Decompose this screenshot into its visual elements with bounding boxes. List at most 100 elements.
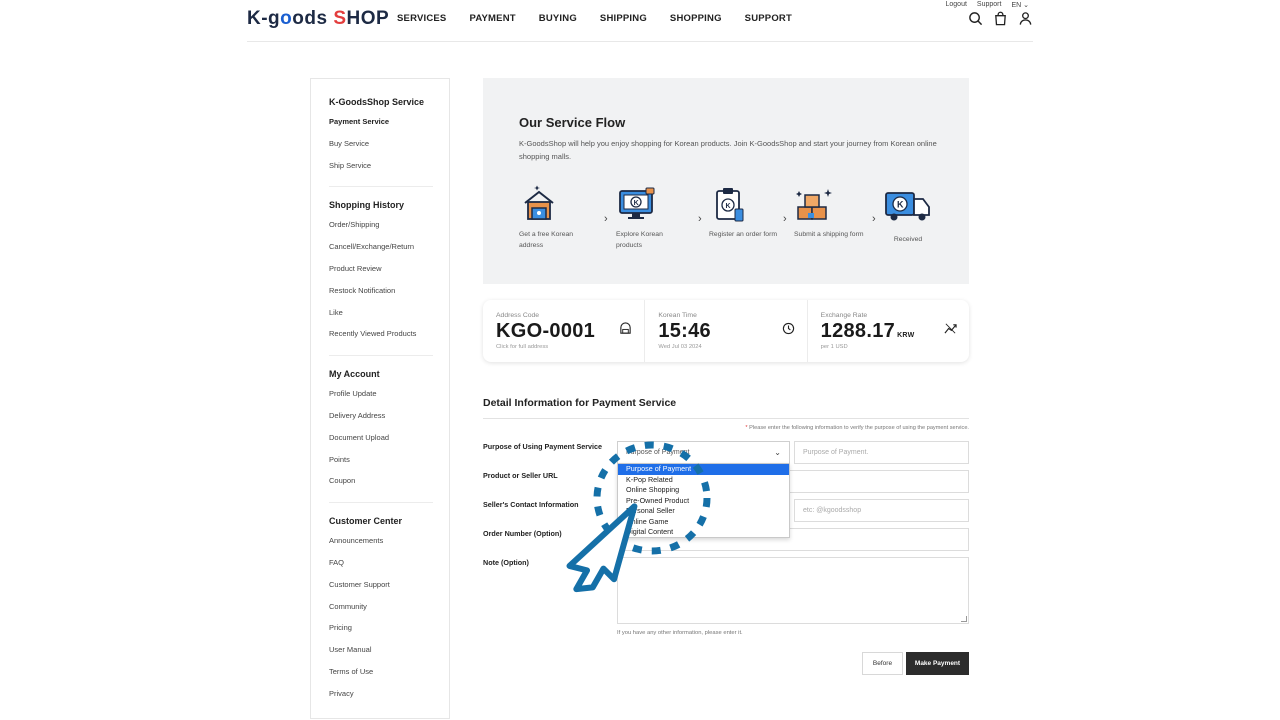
nav-support[interactable]: SUPPORT [745,13,792,24]
clipboard-icon: K [709,185,779,225]
sidebar-item-delivery-address[interactable]: Delivery Address [329,411,433,433]
svg-text:K: K [897,200,904,210]
form-note: * Please enter the following information… [745,425,969,431]
dropdown-option[interactable]: Online Shopping [618,485,789,496]
logo-text-o: o [280,8,293,29]
logo-text-suffix: HOP [346,8,390,29]
sidebar-item-payment-service[interactable]: Payment Service [329,117,433,139]
purpose-detail-input[interactable]: Purpose of Payment. [794,441,969,464]
resize-handle[interactable] [961,616,967,622]
form-divider [483,418,969,419]
flow-step-label: Submit a shipping form [794,231,864,238]
before-button[interactable]: Before [862,652,903,675]
service-flow-title: Our Service Flow [519,115,626,130]
nav-shopping[interactable]: SHOPPING [670,13,722,24]
sidebar-item-profile-update[interactable]: Profile Update [329,389,433,411]
flow-step-register: K Register an order form [709,185,779,240]
flow-step-label: Get a free Korean address [519,231,574,249]
flow-step-label: Explore Korean products [616,231,663,249]
search-icon[interactable] [968,11,983,26]
sidebar-item-product-review[interactable]: Product Review [329,264,433,286]
cart-icon[interactable] [993,11,1008,26]
dropdown-option[interactable]: Purpose of Payment [618,464,789,475]
svg-text:K: K [634,200,639,207]
support-link[interactable]: Support [977,1,1002,9]
exchange-rate-base: per 1 USD [820,344,848,350]
logo-text-prefix: K-g [247,8,281,29]
info-cards: Address Code KGO-0001 Click for full add… [483,300,969,362]
form-note-text: Please enter the following information t… [749,425,969,431]
flow-arrow: › [698,213,702,225]
address-code-card[interactable]: Address Code KGO-0001 Click for full add… [483,300,646,362]
boxes-icon [794,185,864,225]
nav-payment[interactable]: PAYMENT [469,13,515,24]
url-label: Product or Seller URL [483,471,558,480]
trend-icon [944,322,957,335]
sidebar-item-user-manual[interactable]: User Manual [329,645,433,667]
sidebar-item-recently-viewed[interactable]: Recently Viewed Products [329,329,433,351]
order-number-label: Order Number (Option) [483,529,562,538]
dropdown-option[interactable]: K-Pop Related [618,475,789,486]
note-hint: If you have any other information, pleas… [617,630,743,636]
dropdown-option[interactable]: Pre-Owned Product [618,496,789,507]
sidebar-item-order-shipping[interactable]: Order/Shipping [329,220,433,242]
monitor-icon: K [616,185,686,225]
address-code-hint: Click for full address [496,344,549,350]
sidebar-item-ship-service[interactable]: Ship Service [329,161,433,183]
sidebar-item-buy-service[interactable]: Buy Service [329,139,433,161]
purpose-select-value: Purpose of Payment [626,449,690,456]
korean-time-label: Korean Time [658,312,697,319]
site-logo[interactable]: K-goods SHOP [247,8,389,30]
sidebar-item-announcements[interactable]: Announcements [329,536,433,558]
sidebar-item-customer-support[interactable]: Customer Support [329,580,433,602]
sidebar-item-privacy[interactable]: Privacy [329,689,433,711]
logo-text-s: S [333,8,347,29]
sidebar-item-points[interactable]: Points [329,455,433,477]
nav-services[interactable]: SERVICES [397,13,446,24]
nav-buying[interactable]: BUYING [539,13,577,24]
purpose-select[interactable]: Purpose of Payment ⌄ [617,441,790,464]
sidebar-item-document-upload[interactable]: Document Upload [329,433,433,455]
dropdown-option[interactable]: Digital Content [618,527,789,538]
sidebar-group-title: My Account [329,369,380,380]
truck-icon: K [883,185,933,225]
main-nav: SERVICES PAYMENT BUYING SHIPPING SHOPPIN… [397,13,815,24]
clock-icon [782,322,795,335]
sidebar-item-pricing[interactable]: Pricing [329,623,433,645]
logout-link[interactable]: Logout [946,1,967,9]
form-title: Detail Information for Payment Service [483,397,677,409]
sidebar-group-title: Shopping History [329,200,404,211]
contact-label: Seller's Contact Information [483,500,579,509]
sidebar-item-community[interactable]: Community [329,602,433,624]
dropdown-option[interactable]: Personal Seller [618,506,789,517]
user-icon[interactable] [1018,11,1033,26]
mailbox-icon [619,322,632,335]
sidebar-group-title: K-GoodsShop Service [329,97,425,107]
note-textarea[interactable] [617,557,969,624]
utility-links: Logout Support EN ⌄ [946,1,1030,9]
exchange-rate-unit: KRW [897,332,915,339]
exchange-rate-number: 1288.17 [820,320,896,342]
sidebar-item-like[interactable]: Like [329,308,433,330]
seller-contact-input[interactable]: etc: @kgoodsshop [794,499,969,522]
sidebar-item-restock-notification[interactable]: Restock Notification [329,286,433,308]
language-select[interactable]: EN ⌄ [1011,1,1029,9]
flow-step-label: Register an order form [709,231,777,238]
sidebar-group-service: K-GoodsShop Service Payment Service Buy … [329,97,433,188]
sidebar-item-faq[interactable]: FAQ [329,558,433,580]
flow-step-label: Received [893,236,923,243]
make-payment-button[interactable]: Make Payment [906,652,969,675]
nav-shipping[interactable]: SHIPPING [600,13,647,24]
sidebar-item-cancel-exchange-return[interactable]: Cancell/Exchange/Return [329,242,433,264]
sidebar-item-coupon[interactable]: Coupon [329,476,433,498]
sidebar-item-terms-of-use[interactable]: Terms of Use [329,667,433,689]
flow-step-received: K Received [883,185,933,245]
flow-step-explore: K Explore Korean products [616,185,686,251]
dropdown-option[interactable]: Online Game [618,517,789,528]
exchange-rate-card: Exchange Rate 1288.17 KRW per 1 USD [808,300,969,362]
sidebar-group-history: Shopping History Order/Shipping Cancell/… [329,200,433,357]
service-flow-panel: Our Service Flow K-GoodsShop will help y… [483,78,969,284]
service-flow-steps: Get a free Korean address › K Explore Ko… [509,185,969,265]
flow-arrow: › [604,213,608,225]
purpose-dropdown-list: Purpose of Payment K-Pop Related Online … [617,463,790,538]
